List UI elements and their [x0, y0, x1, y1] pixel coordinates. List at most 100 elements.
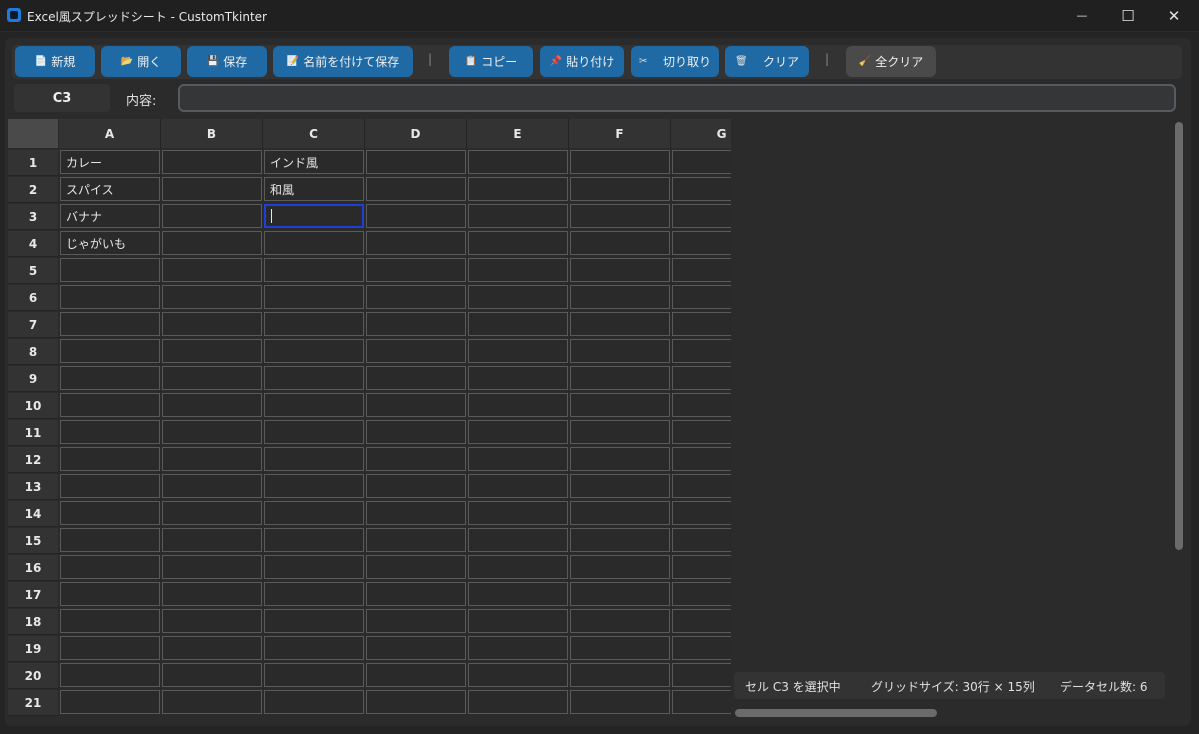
cell-c21[interactable]	[264, 690, 364, 714]
cell-g9[interactable]	[672, 366, 731, 390]
cell-g15[interactable]	[672, 528, 731, 552]
maximize-button[interactable]: ☐	[1105, 0, 1151, 31]
cell-e13[interactable]	[468, 474, 568, 498]
cell-f14[interactable]	[570, 501, 670, 525]
cell-e19[interactable]	[468, 636, 568, 660]
cell-d5[interactable]	[366, 258, 466, 282]
cell-c6[interactable]	[264, 285, 364, 309]
cell-e4[interactable]	[468, 231, 568, 255]
cell-b1[interactable]	[162, 150, 262, 174]
cell-g3[interactable]	[672, 204, 731, 228]
cell-c14[interactable]	[264, 501, 364, 525]
cell-c3[interactable]	[264, 204, 364, 228]
cell-g4[interactable]	[672, 231, 731, 255]
cell-e6[interactable]	[468, 285, 568, 309]
cell-a15[interactable]	[60, 528, 160, 552]
row-header-6[interactable]: 6	[8, 285, 58, 311]
cell-c18[interactable]	[264, 609, 364, 633]
cell-a9[interactable]	[60, 366, 160, 390]
cell-d12[interactable]	[366, 447, 466, 471]
cell-e17[interactable]	[468, 582, 568, 606]
row-header-19[interactable]: 19	[8, 636, 58, 662]
cell-e2[interactable]	[468, 177, 568, 201]
cell-g13[interactable]	[672, 474, 731, 498]
save-button[interactable]: 💾 保存	[187, 46, 267, 77]
cell-d9[interactable]	[366, 366, 466, 390]
cell-d3[interactable]	[366, 204, 466, 228]
row-header-11[interactable]: 11	[8, 420, 58, 446]
cell-a3[interactable]: バナナ	[60, 204, 160, 228]
cell-g16[interactable]	[672, 555, 731, 579]
cell-c9[interactable]	[264, 366, 364, 390]
column-header-f[interactable]: F	[569, 119, 671, 148]
cell-d4[interactable]	[366, 231, 466, 255]
cell-c11[interactable]	[264, 420, 364, 444]
row-header-16[interactable]: 16	[8, 555, 58, 581]
cell-a11[interactable]	[60, 420, 160, 444]
cell-b3[interactable]	[162, 204, 262, 228]
cell-d11[interactable]	[366, 420, 466, 444]
column-header-e[interactable]: E	[467, 119, 569, 148]
cell-e8[interactable]	[468, 339, 568, 363]
row-header-4[interactable]: 4	[8, 231, 58, 257]
cell-d21[interactable]	[366, 690, 466, 714]
cell-f6[interactable]	[570, 285, 670, 309]
cell-e5[interactable]	[468, 258, 568, 282]
cell-d6[interactable]	[366, 285, 466, 309]
cell-c7[interactable]	[264, 312, 364, 336]
cell-f16[interactable]	[570, 555, 670, 579]
cell-f13[interactable]	[570, 474, 670, 498]
cell-d17[interactable]	[366, 582, 466, 606]
cell-f8[interactable]	[570, 339, 670, 363]
cell-c1[interactable]: インド風	[264, 150, 364, 174]
cell-d8[interactable]	[366, 339, 466, 363]
column-header-d[interactable]: D	[365, 119, 467, 148]
cell-a1[interactable]: カレー	[60, 150, 160, 174]
cell-f4[interactable]	[570, 231, 670, 255]
row-header-15[interactable]: 15	[8, 528, 58, 554]
cell-b11[interactable]	[162, 420, 262, 444]
column-header-g[interactable]: G	[671, 119, 731, 148]
cell-e10[interactable]	[468, 393, 568, 417]
clear-all-button[interactable]: 🧹 全クリア	[846, 46, 936, 77]
cell-b2[interactable]	[162, 177, 262, 201]
cell-a12[interactable]	[60, 447, 160, 471]
cell-a20[interactable]	[60, 663, 160, 687]
row-header-5[interactable]: 5	[8, 258, 58, 284]
vertical-scrollbar[interactable]	[1175, 122, 1183, 550]
cell-g8[interactable]	[672, 339, 731, 363]
cell-b16[interactable]	[162, 555, 262, 579]
cell-f10[interactable]	[570, 393, 670, 417]
cell-c19[interactable]	[264, 636, 364, 660]
cell-e12[interactable]	[468, 447, 568, 471]
cell-g17[interactable]	[672, 582, 731, 606]
cell-f7[interactable]	[570, 312, 670, 336]
cell-f17[interactable]	[570, 582, 670, 606]
cell-e9[interactable]	[468, 366, 568, 390]
horizontal-scrollbar[interactable]	[735, 709, 937, 717]
cell-c8[interactable]	[264, 339, 364, 363]
cell-f15[interactable]	[570, 528, 670, 552]
cell-d16[interactable]	[366, 555, 466, 579]
cell-e7[interactable]	[468, 312, 568, 336]
cell-f2[interactable]	[570, 177, 670, 201]
cell-c4[interactable]	[264, 231, 364, 255]
cell-a10[interactable]	[60, 393, 160, 417]
cell-c15[interactable]	[264, 528, 364, 552]
row-header-3[interactable]: 3	[8, 204, 58, 230]
cell-a18[interactable]	[60, 609, 160, 633]
select-all-corner[interactable]	[8, 119, 58, 148]
row-header-18[interactable]: 18	[8, 609, 58, 635]
close-button[interactable]: ✕	[1151, 0, 1197, 31]
row-header-13[interactable]: 13	[8, 474, 58, 500]
cell-g5[interactable]	[672, 258, 731, 282]
cell-e16[interactable]	[468, 555, 568, 579]
column-header-a[interactable]: A	[59, 119, 161, 148]
cell-d10[interactable]	[366, 393, 466, 417]
cell-d18[interactable]	[366, 609, 466, 633]
cell-g2[interactable]	[672, 177, 731, 201]
cell-g20[interactable]	[672, 663, 731, 687]
new-button[interactable]: 📄 新規	[15, 46, 95, 77]
cell-a5[interactable]	[60, 258, 160, 282]
cell-c10[interactable]	[264, 393, 364, 417]
